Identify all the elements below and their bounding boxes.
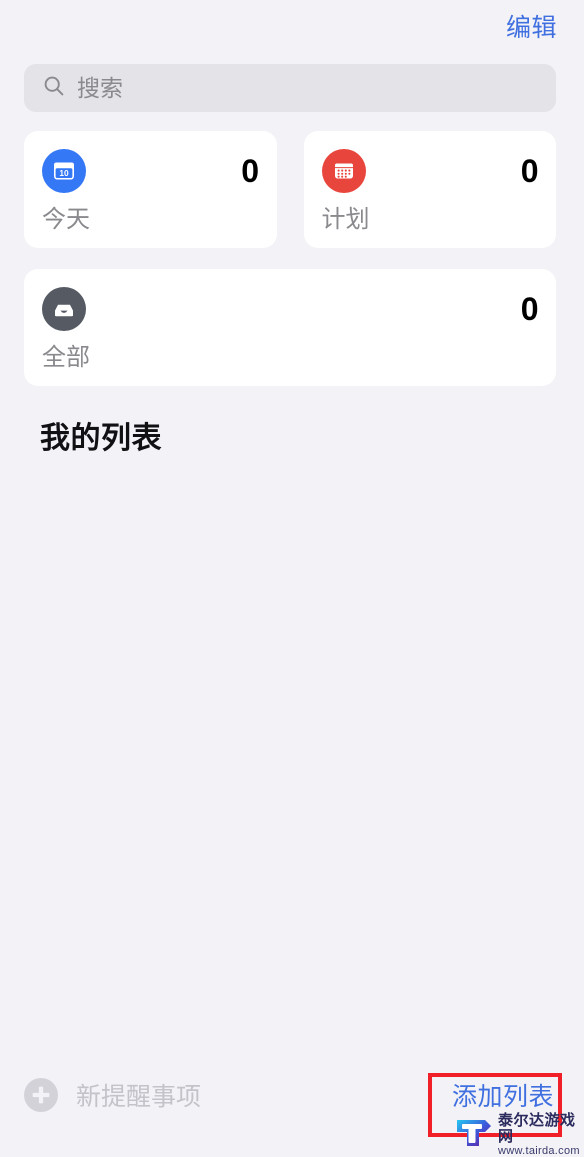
- smart-list-card-scheduled[interactable]: 0 计划: [304, 131, 557, 248]
- calendar-day-icon: 10: [42, 149, 86, 193]
- smart-list-label: 今天: [42, 208, 259, 232]
- smart-list-label: 全部: [42, 346, 538, 370]
- svg-text:10: 10: [59, 168, 69, 178]
- new-reminder-button[interactable]: 新提醒事项: [22, 1076, 201, 1119]
- edit-button[interactable]: 编辑: [506, 16, 557, 41]
- smart-list-label: 计划: [322, 208, 539, 232]
- bottom-toolbar: 新提醒事项 添加列表: [0, 1060, 584, 1153]
- inbox-tray-icon: [42, 287, 86, 331]
- search-icon: [42, 74, 66, 103]
- top-bar: 编辑: [0, 0, 584, 56]
- search-placeholder: 搜索: [77, 77, 123, 100]
- calendar-grid-icon: [322, 149, 366, 193]
- search-input[interactable]: 搜索: [24, 64, 556, 112]
- smart-list-card-all[interactable]: 0 全部: [24, 269, 556, 386]
- smart-lists-row: 10 0 今天: [24, 131, 556, 248]
- card-header: 10 0: [42, 149, 259, 193]
- smart-list-count: 0: [521, 155, 538, 187]
- card-header: 0: [42, 287, 538, 331]
- add-list-button[interactable]: 添加列表: [452, 1085, 560, 1110]
- card-header: 0: [322, 149, 539, 193]
- plus-circle-icon: [22, 1076, 60, 1119]
- smart-list-card-today[interactable]: 10 0 今天: [24, 131, 277, 248]
- my-lists-heading: 我的列表: [40, 413, 584, 457]
- smart-lists-grid: 10 0 今天: [0, 112, 584, 386]
- new-reminder-label: 新提醒事项: [76, 1085, 201, 1110]
- smart-list-count: 0: [521, 293, 538, 325]
- smart-list-count: 0: [241, 155, 258, 187]
- search-section: 搜索: [0, 56, 584, 112]
